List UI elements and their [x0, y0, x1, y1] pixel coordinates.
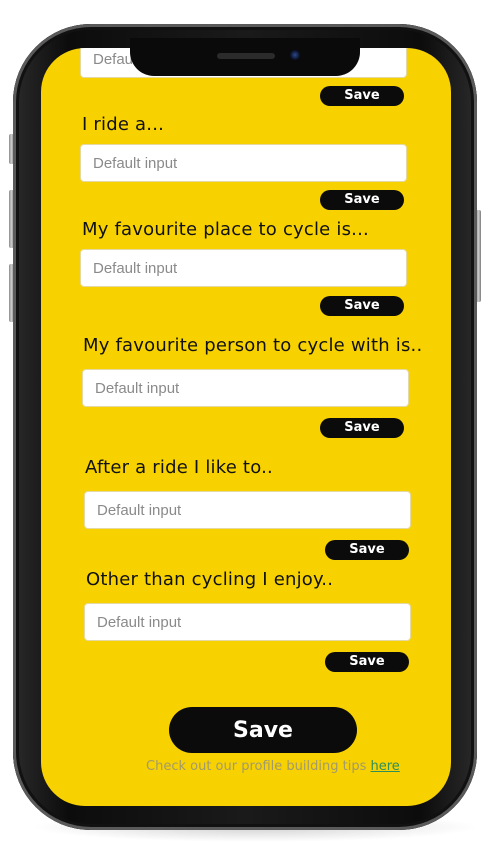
field-1-save-button[interactable]: Save — [320, 190, 404, 210]
field-5-save-button[interactable]: Save — [325, 652, 409, 672]
field-2-input[interactable] — [80, 249, 407, 287]
field-3-save-button[interactable]: Save — [320, 418, 404, 438]
field-5-input[interactable] — [84, 603, 411, 641]
field-1-label: I ride a... — [82, 114, 165, 135]
phone-screen: Save I ride a... Save My favourite place… — [41, 48, 451, 806]
field-3-input[interactable] — [82, 369, 409, 407]
field-1-input[interactable] — [80, 144, 407, 182]
field-2-save-button[interactable]: Save — [320, 296, 404, 316]
field-4-save-button[interactable]: Save — [325, 540, 409, 560]
phone-notch — [130, 38, 360, 76]
field-4-label: After a ride I like to.. — [85, 457, 273, 478]
profile-tips-text: Check out our profile building tips here — [146, 759, 400, 774]
stage: Save I ride a... Save My favourite place… — [0, 0, 503, 850]
front-camera-icon — [290, 50, 300, 60]
field-4-input[interactable] — [84, 491, 411, 529]
field-0-save-button[interactable]: Save — [320, 86, 404, 106]
field-3-label: My favourite person to cycle with is.. — [83, 335, 423, 356]
profile-tips-link[interactable]: here — [371, 759, 400, 774]
field-5-label: Other than cycling I enjoy.. — [86, 569, 334, 590]
save-profile-button[interactable]: Save — [169, 707, 357, 753]
profile-tips-label: Check out our profile building tips — [146, 759, 367, 774]
field-2-label: My favourite place to cycle is... — [82, 219, 369, 240]
speaker-grille — [217, 53, 275, 59]
